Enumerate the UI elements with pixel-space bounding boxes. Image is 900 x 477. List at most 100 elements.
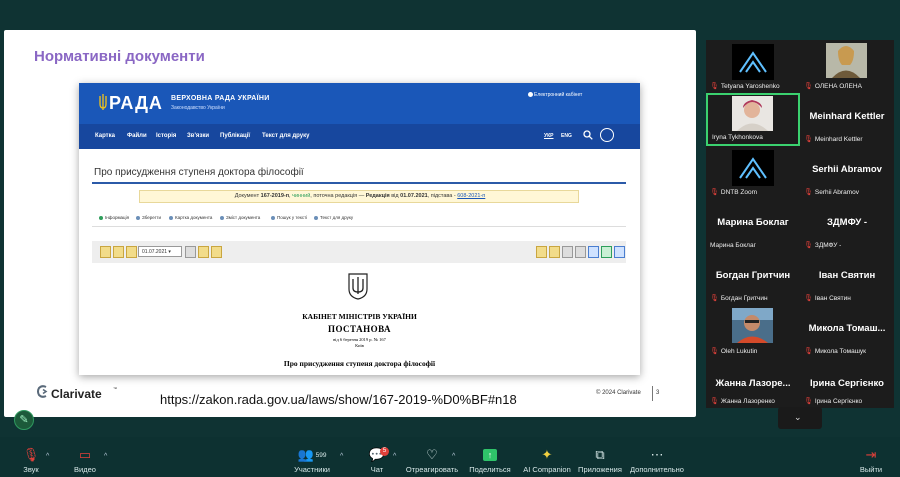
participant-name: Марина Боклаг [710, 242, 756, 249]
print-icon[interactable] [185, 246, 196, 258]
home-doc-icon[interactable] [100, 246, 111, 258]
participant-tile[interactable]: 🎙 Tetyana Yaroshenko [706, 40, 800, 93]
participant-tile[interactable]: Марина Боклаг Марина Боклаг [706, 199, 800, 252]
slide-page-number: 3 [656, 390, 660, 396]
nav-print-text[interactable]: Текст для друку [262, 133, 309, 139]
mic-muted-icon: 🎙 [804, 398, 813, 405]
find-icon[interactable] [588, 246, 599, 258]
compare-doc-icon[interactable] [126, 246, 137, 258]
copy-doc-icon[interactable] [113, 246, 124, 258]
gov-document-title: Про присудження ступеня доктора філософі… [283, 359, 436, 368]
nav-history[interactable]: Історія [156, 133, 176, 139]
rada-header: РАДА ВЕРХОВНА РАДА УКРАЇНИ Законодавство… [79, 83, 640, 124]
trident-icon [99, 94, 107, 110]
participant-tile[interactable]: 🎙 DNTB Zoom [706, 146, 800, 199]
participant-display-name: Жанна Лазоре... [715, 378, 791, 389]
participant-photo [732, 96, 773, 131]
participant-tile[interactable]: Богдан Гритчин 🎙 Богдан Гритчин [706, 252, 800, 305]
rada-subtitle: Законодавство України [171, 105, 225, 111]
user-icon[interactable] [600, 128, 614, 142]
participants-icon: 👥 [297, 447, 314, 462]
participant-tile[interactable]: Serhii Abramov 🎙 Serhii Abramov [800, 146, 894, 199]
nav-card[interactable]: Картка [95, 133, 115, 139]
nav-files[interactable]: Файли [127, 133, 147, 139]
tab-print-text[interactable]: Текст для друку [314, 215, 353, 220]
shared-slide: Нормативні документи РАДА ВЕРХОВНА РАДА … [4, 30, 696, 417]
lang-eng[interactable]: ENG [561, 133, 572, 139]
edition-date-select[interactable]: 01.07.2021 ▾ [138, 246, 182, 257]
participant-name: Богдан Гритчин [720, 294, 768, 302]
participants-button[interactable]: 👥 599 Участники [276, 447, 348, 474]
participant-tile-active-speaker[interactable]: Iryna Tykhonkova [706, 93, 800, 146]
leave-button[interactable]: ⇥ Выйти [835, 447, 900, 474]
doc-upload-icon[interactable] [549, 246, 560, 258]
video-button[interactable]: ▭ Видео [49, 447, 121, 474]
participant-tile[interactable]: Meinhard Kettler 🎙 Meinhard Kettler [800, 93, 894, 146]
participant-name: Іван Святин [814, 294, 851, 302]
participant-display-name: Meinhard Kettler [809, 111, 885, 122]
prev-edition-icon[interactable] [198, 246, 209, 258]
mic-muted-icon: 🎙 [710, 295, 719, 302]
rada-logo[interactable]: РАДА [109, 93, 163, 114]
document-meta: Документ 167-2019-п, чинний, поточна ред… [234, 193, 486, 199]
mic-muted-icon: 🎙 [804, 242, 813, 249]
mic-muted-icon: 🎙 [710, 189, 719, 196]
nav-links[interactable]: Зв'язки [187, 133, 209, 139]
participant-name: Iryna Tykhonkova [712, 134, 763, 141]
participant-tile[interactable]: Жанна Лазоре... 🎙 Жанна Лазоренко [706, 358, 800, 408]
clarivate-logo-icon [37, 385, 48, 398]
slide-url: https://zakon.rada.gov.ua/laws/show/167-… [160, 392, 517, 407]
cabinet-icon [528, 92, 533, 97]
participant-display-name: Іван Святин [818, 270, 876, 281]
dntb-logo-icon [732, 44, 774, 80]
participants-count: 599 [315, 451, 327, 459]
clarivate-logo: Clarivate [51, 387, 102, 401]
e-cabinet-link[interactable]: Електронний кабінет [534, 92, 582, 98]
tab-save[interactable]: Зберегти [136, 215, 161, 220]
tab-doc-contents[interactable]: Зміст документа [220, 215, 260, 220]
share-screen-icon: ↑ [483, 449, 497, 461]
participant-display-name: Ірина Сергієнко [810, 378, 884, 389]
trademark: ™ [113, 386, 117, 391]
gov-resolution: ПОСТАНОВА [327, 324, 392, 334]
scales-icon[interactable] [575, 246, 586, 258]
slide-copyright: © 2024 Clarivate [596, 390, 641, 396]
mic-muted-icon: 🎙 [804, 348, 813, 355]
annotate-pencil-icon[interactable]: ✎ [14, 410, 34, 430]
participant-display-name: Микола Томаш... [808, 323, 886, 334]
doc-file-icon[interactable] [536, 246, 547, 258]
participant-tile[interactable]: Микола Томаш... 🎙 Микола Томашук [800, 305, 894, 358]
participant-tile[interactable]: 🎙 Oleh Lukutin [706, 305, 800, 358]
tab-doc-card[interactable]: Картка документа [169, 215, 212, 220]
mic-muted-icon: 🎙 [804, 189, 813, 196]
printer-icon[interactable] [614, 246, 625, 258]
gov-cabinet: КАБІНЕТ МІНІСТРІВ УКРАЇНИ [302, 312, 417, 321]
participant-name: DNTB Zoom [720, 188, 758, 196]
more-button[interactable]: ⋯ Дополнительно [621, 447, 693, 474]
participant-photo [826, 43, 867, 78]
basis-link[interactable]: 608-2021-п [457, 193, 485, 199]
search-icon[interactable] [583, 130, 593, 140]
participant-tile[interactable]: 🎙 ОЛЕНА ОЛЕНА [800, 40, 894, 93]
check-icon[interactable] [601, 246, 612, 258]
mic-muted-icon: 🎙 [710, 348, 719, 355]
rada-name: ВЕРХОВНА РАДА УКРАЇНИ [171, 95, 270, 102]
leave-icon: ⇥ [865, 447, 877, 462]
next-edition-icon[interactable] [211, 246, 222, 258]
tab-info[interactable]: Інформація [99, 215, 129, 220]
participant-tile[interactable]: Ірина Сергієнко 🎙 Ірина Сергієнко [800, 358, 894, 408]
mic-muted-icon: 🎙 [710, 83, 719, 90]
tab-search-text[interactable]: Пошук у тексті [271, 215, 307, 220]
title-divider [92, 182, 626, 184]
chevron-down-icon[interactable]: ⌄ [794, 412, 802, 423]
lang-ukr[interactable]: УКР [544, 133, 554, 139]
video-off-icon: ▭ [78, 447, 92, 462]
participant-display-name: Богдан Гритчин [715, 270, 791, 281]
nav-publications[interactable]: Публікації [220, 133, 250, 139]
chevron-up-icon[interactable]: ^ [104, 453, 107, 460]
gov-date: від 6 березня 2019 р. № 167 [333, 337, 386, 342]
mic-muted-icon: 🎙 [710, 398, 719, 405]
participant-tile[interactable]: Іван Святин 🎙 Іван Святин [800, 252, 894, 305]
participant-tile[interactable]: ЗДМФУ - 🎙 ЗДМФУ - [800, 199, 894, 252]
comments-icon[interactable] [562, 246, 573, 258]
